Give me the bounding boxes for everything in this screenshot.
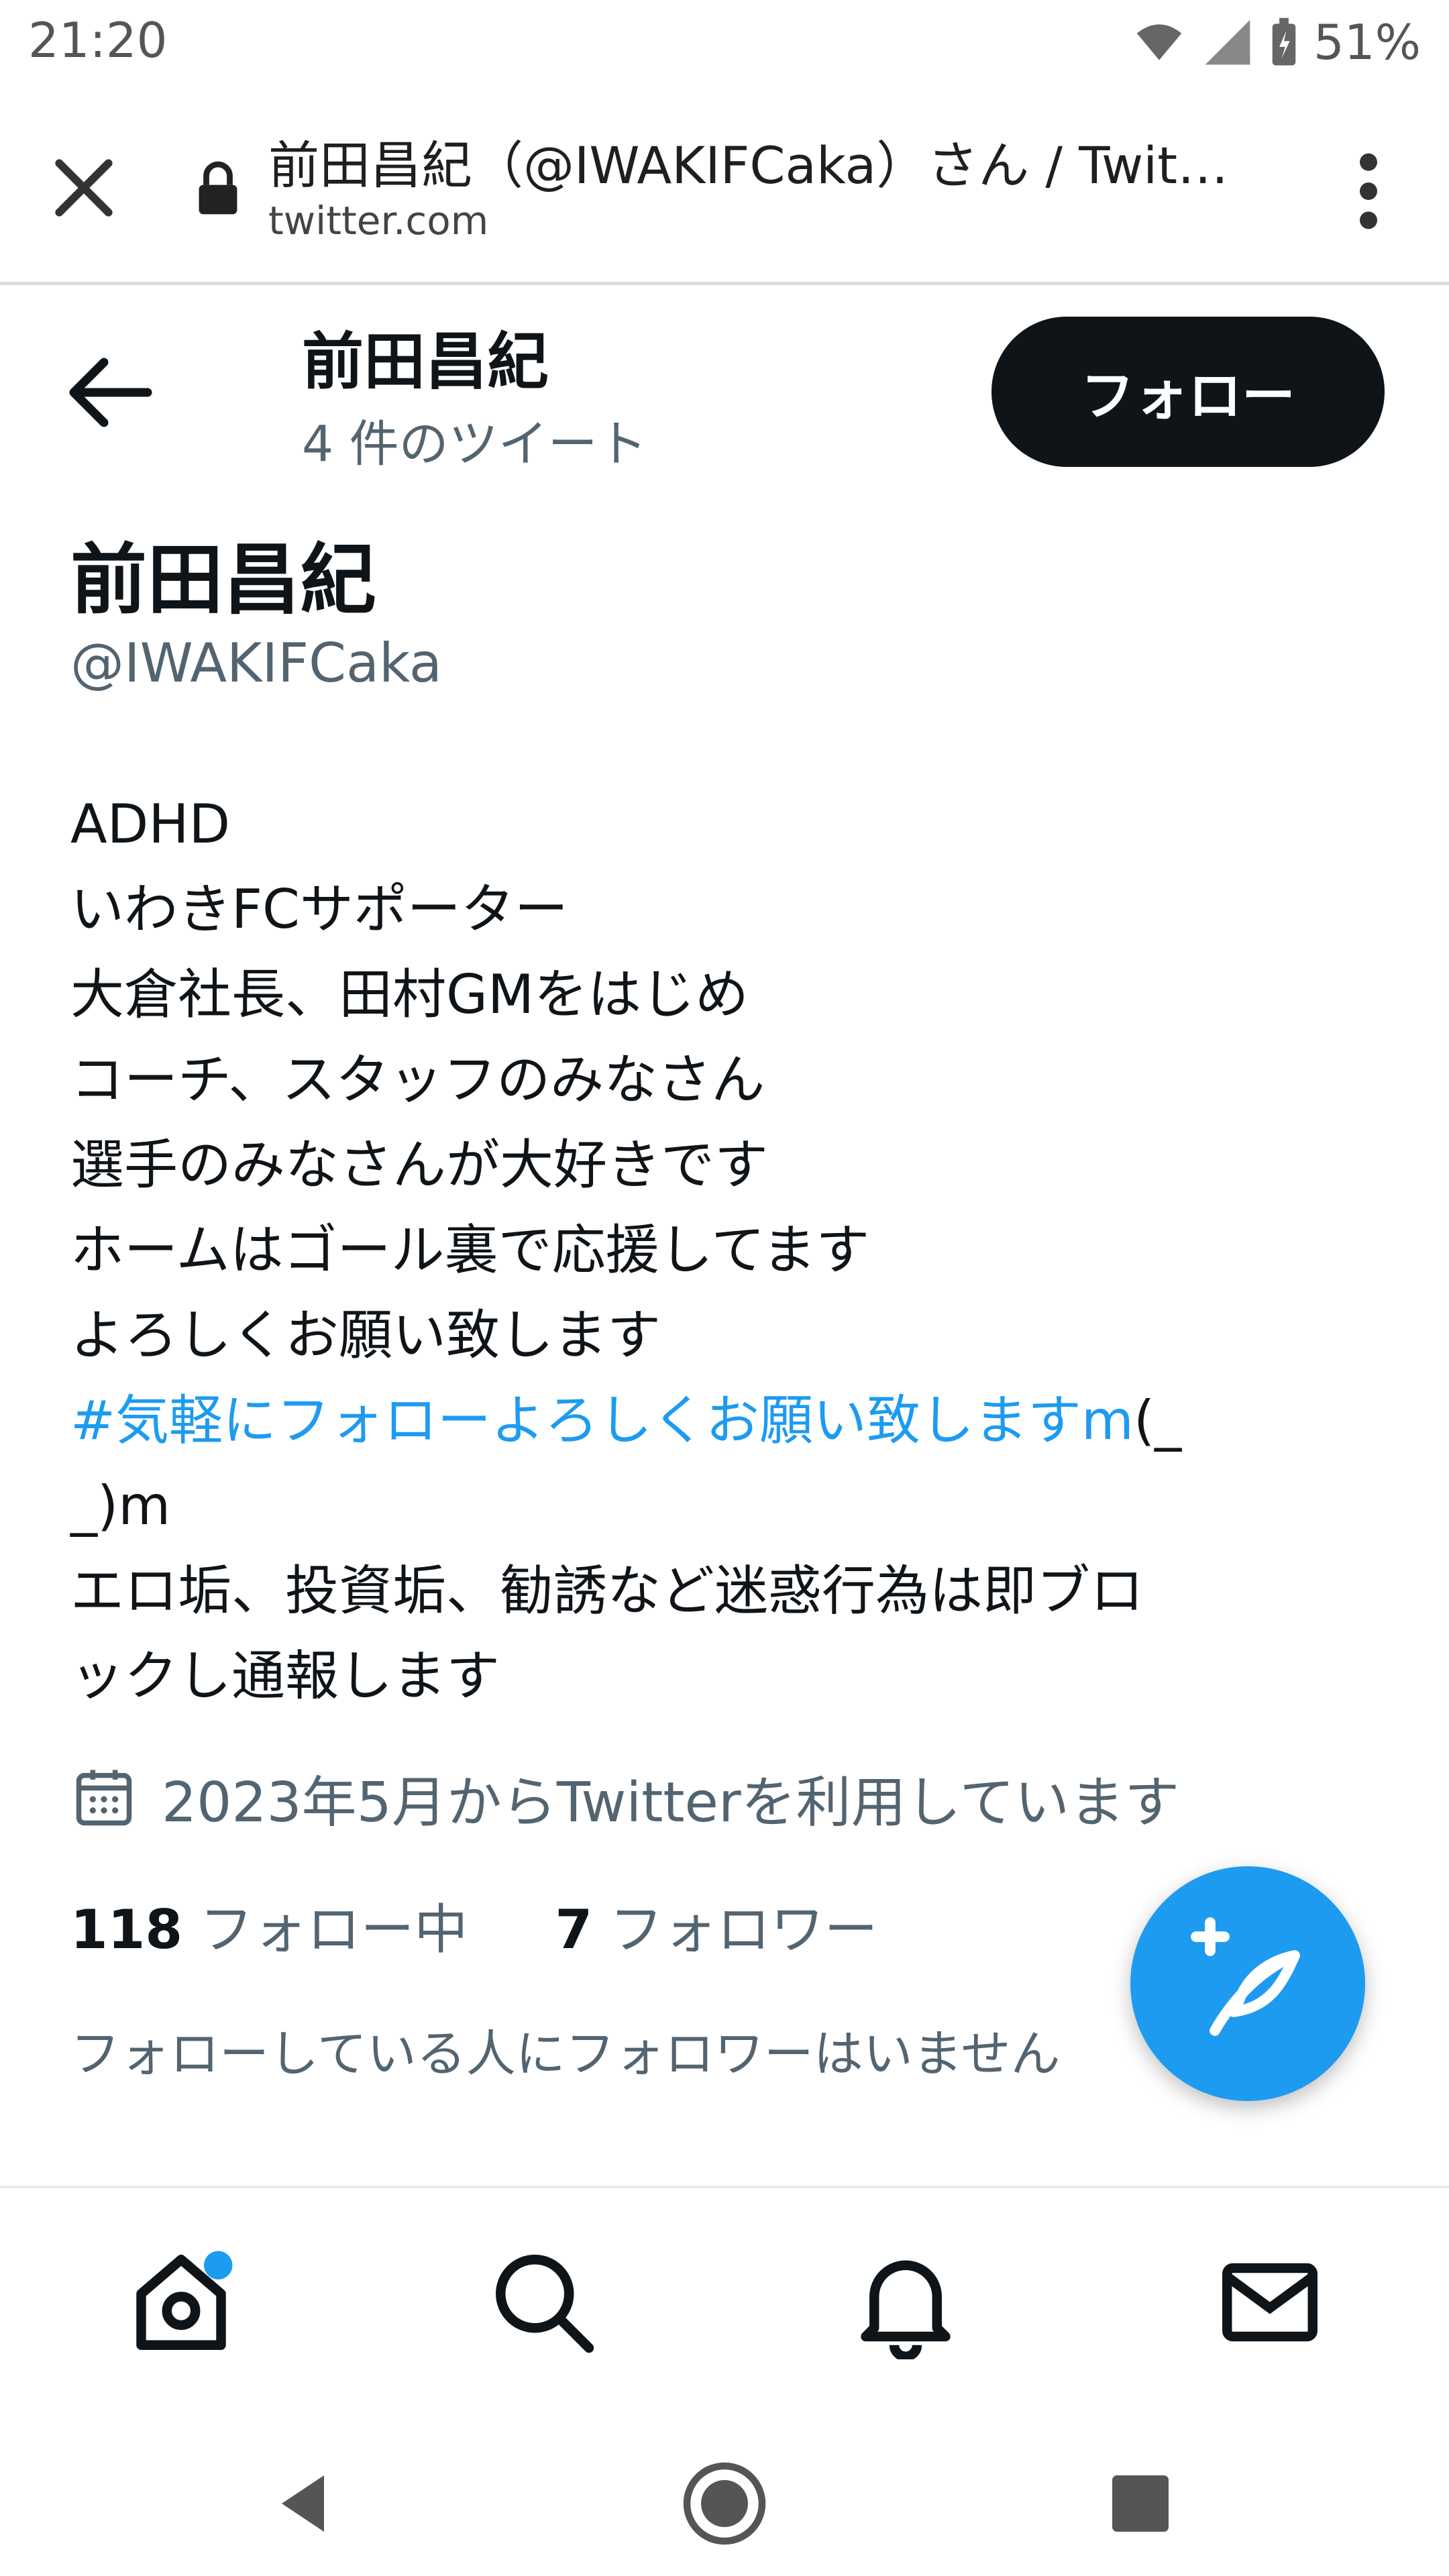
search-icon[interactable] <box>486 2245 600 2359</box>
status-time: 21:20 <box>28 12 168 68</box>
joined-date: 2023年5月からTwitterを利用しています <box>70 1758 1179 1837</box>
bio-line: ックし通報します <box>70 1645 500 1707</box>
tweet-count: 4 件のツイート <box>302 415 647 473</box>
joined-text: 2023年5月からTwitterを利用しています <box>162 1771 1180 1835</box>
bio-line: よろしくお願い致します <box>70 1304 661 1366</box>
profile-handle: @IWAKIFCaka <box>70 632 442 694</box>
home-icon[interactable] <box>124 2245 238 2359</box>
hashtag-link[interactable]: #気軽にフォローよろしくお願い致しますm <box>70 1389 1134 1452</box>
followers-label: フォロワー <box>609 1898 878 1961</box>
follow-button[interactable]: フォロー <box>991 317 1385 467</box>
bottom-navigation <box>0 2186 1449 2419</box>
messages-icon[interactable] <box>1213 2245 1327 2359</box>
browser-toolbar: 前田昌紀（@IWAKIFCaka）さん / Twit… twitter.com <box>0 87 1449 285</box>
notifications-icon[interactable] <box>849 2245 963 2359</box>
profile-bio: ADHD いわきFCサポーター 大倉社長、田村GMをはじめ コーチ、スタッフのみ… <box>70 782 1399 1719</box>
followers-count: 7 <box>555 1898 593 1961</box>
bio-line: _)m <box>70 1474 171 1537</box>
profile-name: 前田昌紀 <box>70 535 377 625</box>
recents-icon[interactable] <box>1093 2457 1187 2551</box>
status-bar: 21:20 51% <box>0 0 1449 87</box>
bio-line: #気軽にフォローよろしくお願い致しますm(_ <box>70 1378 1399 1463</box>
follow-stats: 118 フォロー中 7 フォロワー <box>70 1886 878 1964</box>
bio-line: エロ垢、投資垢、勧誘など迷惑行為は即ブロ <box>70 1560 1144 1622</box>
battery-percent: 51% <box>1313 14 1421 70</box>
bio-line: いわきFCサポーター <box>70 878 568 941</box>
following-label: フォロー中 <box>199 1898 468 1961</box>
close-icon[interactable] <box>47 151 121 225</box>
wifi-icon <box>1136 24 1182 60</box>
page-url: twitter.com <box>268 198 489 244</box>
bio-line: ホームはゴール裏で応援してます <box>70 1219 870 1281</box>
following-link[interactable]: 118 フォロー中 <box>70 1886 468 1964</box>
compose-feather-icon <box>1191 1917 1300 2036</box>
back-arrow-icon[interactable] <box>67 356 154 429</box>
bio-line: 大倉社長、田村GMをはじめ <box>70 963 749 1026</box>
bio-line: 選手のみなさんが大好きです <box>70 1134 768 1196</box>
bio-text: (_ <box>1133 1389 1182 1452</box>
signal-icon <box>1205 19 1250 65</box>
back-icon[interactable] <box>258 2457 352 2551</box>
bio-line: ADHD <box>70 793 231 855</box>
bio-line: コーチ、スタッフのみなさん <box>70 1049 765 1111</box>
header-name: 前田昌紀 <box>302 326 549 398</box>
lock-icon <box>199 161 237 215</box>
battery-icon <box>1272 17 1296 66</box>
more-vert-icon[interactable] <box>1348 148 1389 235</box>
page-title: 前田昌紀（@IWAKIFCaka）さん / Twit… <box>268 136 1229 195</box>
system-navigation-bar <box>0 2416 1449 2576</box>
following-count: 118 <box>70 1898 182 1961</box>
followers-link[interactable]: 7 フォロワー <box>555 1886 877 1964</box>
calendar-icon <box>76 1769 132 1825</box>
compose-tweet-button[interactable] <box>1130 1866 1365 2101</box>
status-icons: 51% <box>1132 12 1421 72</box>
home-circle-icon[interactable] <box>678 2457 771 2551</box>
not-followed-by-anyone-you-follow: フォローしている人にフォロワーはいません <box>70 2025 1061 2083</box>
